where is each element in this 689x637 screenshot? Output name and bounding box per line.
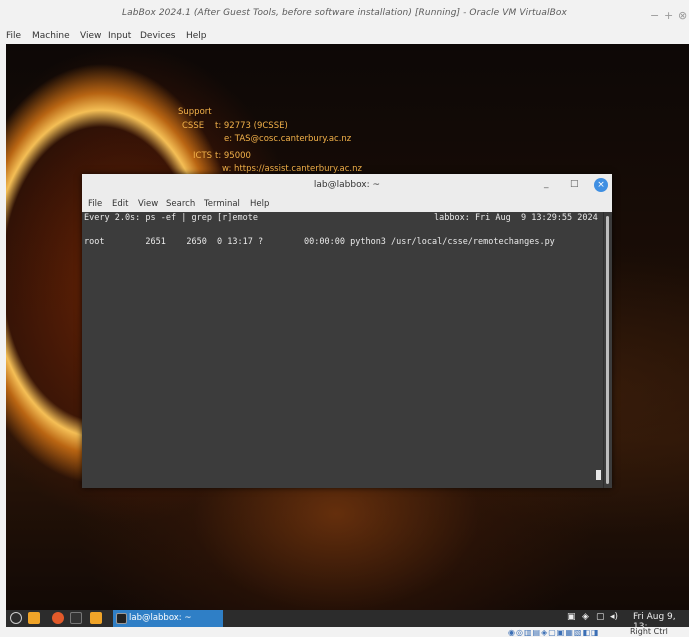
window-icon[interactable]: ▢ [596,612,605,622]
csse-phone: t: 92773 (9CSSE) [215,121,288,131]
terminal-maximize-button[interactable]: □ [570,179,579,189]
terminal-minimize-button[interactable]: _ [544,179,549,189]
menu-input[interactable]: Input [108,31,131,41]
vbox-statusbar: ◉◎▥▤◈▢▣▦▧◧◨ Right Ctrl [0,627,689,637]
support-heading: Support [178,107,212,117]
taskbar-task-label: lab@labbox: ~ [129,613,192,623]
maximize-button[interactable]: + [664,9,673,22]
terminal-menu-help[interactable]: Help [250,199,269,209]
menu-view[interactable]: View [80,31,101,41]
menu-devices[interactable]: Devices [140,31,175,41]
terminal-scroll-thumb[interactable] [606,216,609,484]
files-icon[interactable] [90,612,102,624]
terminal-menu-view[interactable]: View [138,199,158,209]
volume-icon[interactable]: ◂) [610,612,618,622]
terminal-scrollbar[interactable] [603,212,612,488]
terminal-menu-search[interactable]: Search [166,199,195,209]
guest-desktop: Support CSSE t: 92773 (9CSSE) e: TAS@cos… [6,44,689,610]
watch-timestamp: labbox: Fri Aug 9 13:29:55 2024 [434,213,598,223]
minimize-button[interactable]: − [650,9,659,22]
icts-label: ICTS [193,151,213,161]
terminal-menu-terminal[interactable]: Terminal [204,199,240,209]
terminal-title: lab@labbox: ~ [313,180,381,190]
firefox-icon[interactable] [52,612,64,624]
menu-file[interactable]: File [6,31,21,41]
terminal-menu-edit[interactable]: Edit [112,199,128,209]
terminal-close-button[interactable]: × [594,178,608,192]
terminal-menu-file[interactable]: File [88,199,102,209]
host-key-label: Right Ctrl [630,627,668,636]
taskbar-terminal-task[interactable]: lab@labbox: ~ [113,610,223,627]
terminal-window[interactable]: lab@labbox: ~ _ □ × File Edit View Searc… [82,174,612,488]
menu-machine[interactable]: Machine [32,31,70,41]
vbox-status-icons[interactable]: ◉◎▥▤◈▢▣▦▧◧◨ [508,628,600,637]
guest-taskbar: lab@labbox: ~ ▣ ◈ ▢ ◂) Fri Aug 9, 13: [6,610,689,632]
virtualbox-menubar: File Machine View Input Devices Help [0,28,689,44]
menu-help[interactable]: Help [186,31,207,41]
virtualbox-titlebar: LabBox 2024.1 (After Guest Tools, before… [0,0,689,28]
terminal-launcher-icon[interactable] [70,612,82,624]
icts-phone: t: 95000 [215,151,251,161]
csse-label: CSSE [182,121,205,131]
csse-email: e: TAS@cosc.canterbury.ac.nz [224,134,352,144]
terminal-task-icon [116,613,127,624]
close-button[interactable]: ⊗ [678,9,687,22]
terminal-output[interactable]: Every 2.0s: ps -ef | grep [r]emote labbo… [82,212,604,488]
icts-web: w: https://assist.canterbury.ac.nz [222,164,362,174]
terminal-cursor [596,470,601,480]
shield-icon[interactable]: ◈ [582,612,589,622]
watch-header: Every 2.0s: ps -ef | grep [r]emote [84,213,258,223]
start-menu-icon[interactable] [10,612,22,624]
terminal-menubar: File Edit View Search Terminal Help [82,196,612,212]
window-title: LabBox 2024.1 (After Guest Tools, before… [122,8,567,18]
process-line: root 2651 2650 0 13:17 ? 00:00:00 python… [84,237,555,247]
folder-icon[interactable] [28,612,40,624]
clipboard-icon[interactable]: ▣ [567,612,576,622]
terminal-titlebar[interactable]: lab@labbox: ~ _ □ × [82,174,612,196]
